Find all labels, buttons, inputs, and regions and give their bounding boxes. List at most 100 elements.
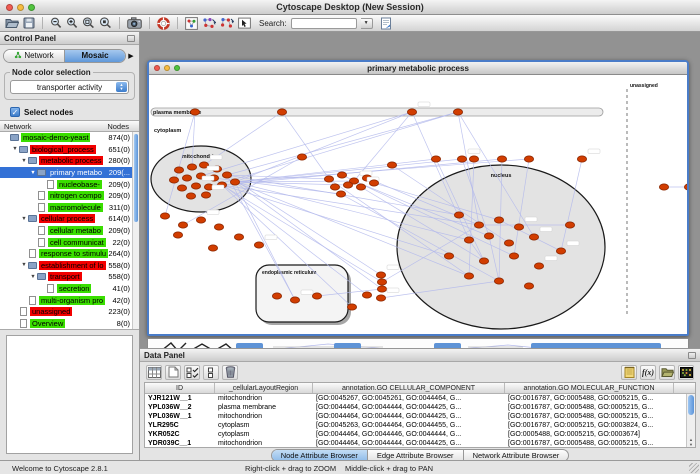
table-cell: [GO:0016787, GO:0005488, GO:0005215, G..… <box>505 439 674 448</box>
float-data-panel-icon[interactable] <box>688 352 696 359</box>
layout-icon[interactable] <box>185 16 198 30</box>
resize-grip[interactable] <box>689 463 699 473</box>
tree-row[interactable]: ▼cellular process614(0) <box>0 213 132 225</box>
tree-row-label: biological_process <box>30 145 96 154</box>
expander-icon[interactable]: ▼ <box>20 262 28 268</box>
table-row[interactable]: YDR039C__1mitochondrion[GO:0044464, GO:0… <box>145 439 695 448</box>
fx-label: f(x) <box>642 368 654 377</box>
background-windows-sliver[interactable] <box>147 338 689 348</box>
function-builder-icon[interactable]: f(x) <box>640 365 656 380</box>
unselect-attributes-icon[interactable] <box>203 365 219 380</box>
file-icon <box>29 249 36 258</box>
network-frame-titlebar[interactable]: primary metabolic process <box>149 62 687 75</box>
expander-icon[interactable]: ▼ <box>20 216 28 222</box>
file-icon <box>20 307 27 316</box>
network-frame-title: primary metabolic process <box>149 64 687 73</box>
expander-icon[interactable]: ▼ <box>29 274 37 280</box>
tree-column-nodes[interactable]: Nodes <box>107 122 129 131</box>
matrix-view-icon[interactable] <box>678 365 694 380</box>
zoom-out-icon[interactable] <box>50 16 62 30</box>
window-title: Cytoscape Desktop (New Session) <box>0 2 700 12</box>
tree-row[interactable]: nucleobase-209(0) <box>0 178 132 190</box>
table-column-header[interactable]: annotation.GO CELLULAR_COMPONENT <box>313 383 505 393</box>
tree-row[interactable]: cellular metabo209(0) <box>0 225 132 237</box>
tree-row[interactable]: response to stimulu264(0) <box>0 248 132 260</box>
tree-scrollbar[interactable] <box>132 132 139 329</box>
notes-icon[interactable] <box>621 365 637 380</box>
tree-row-count: 209(0) <box>108 180 130 189</box>
tree-column-network[interactable]: Network <box>4 122 32 131</box>
file-icon <box>47 284 54 293</box>
file-icon <box>29 296 36 305</box>
zoom-in-icon[interactable] <box>66 16 78 30</box>
tree-row[interactable]: mosaic-demo-yeast874(0) <box>0 132 132 144</box>
select-nodes-checkbox[interactable]: ✓ <box>10 107 20 117</box>
select-mode-icon[interactable] <box>238 16 251 30</box>
tree-row[interactable]: ▼ biological_process 651(0) <box>0 144 132 156</box>
search-dropdown-button[interactable]: ▼ <box>361 18 373 29</box>
table-row[interactable]: YPL036W__1mitochondrion[GO:0044464, GO:0… <box>145 412 695 421</box>
apply-layout-icon-2[interactable] <box>220 16 234 30</box>
folder-icon <box>28 262 37 269</box>
search-input[interactable] <box>291 18 357 29</box>
table-row[interactable]: YJR121W__1mitochondrion[GO:0045267, GO:0… <box>145 394 695 403</box>
new-attribute-icon[interactable] <box>165 365 181 380</box>
help-ring-icon[interactable] <box>157 16 170 30</box>
table-column-header[interactable]: _cellularLayoutRegion <box>215 383 313 393</box>
tree-row[interactable]: ▼transport558(0) <box>0 271 132 283</box>
tree-row-label: Overview <box>30 319 65 328</box>
attribute-select-icon[interactable] <box>146 365 162 380</box>
tree-row[interactable]: secretion41(0) <box>0 283 132 295</box>
tab-overflow-arrow[interactable]: ▶ <box>126 52 136 60</box>
select-attributes-icon[interactable] <box>184 365 200 380</box>
tree-row-label: mosaic-demo-yeast <box>21 133 90 142</box>
birds-eye-view-panel[interactable] <box>6 335 133 454</box>
table-column-header[interactable]: annotation.GO MOLECULAR_FUNCTION <box>505 383 674 393</box>
tree-row[interactable]: nitrogen compo209(0) <box>0 190 132 202</box>
table-column-header[interactable]: ID <box>145 383 215 393</box>
snapshot-icon[interactable] <box>127 16 142 30</box>
tree-row[interactable]: Overview8(0) <box>0 318 132 330</box>
tree-row[interactable]: ▼establishment of lo558(0) <box>0 260 132 272</box>
tree-row-label: primary metabo <box>48 168 104 177</box>
zoom-selected-icon[interactable] <box>82 16 95 30</box>
table-cell: plasma membrane <box>215 403 313 412</box>
tree-row[interactable]: macromolecule311(0) <box>0 202 132 214</box>
table-cell: cytoplasm <box>215 421 313 430</box>
table-cell: mitochondrion <box>215 439 313 448</box>
float-panel-icon[interactable] <box>127 35 135 42</box>
expander-icon[interactable]: ▼ <box>20 158 28 164</box>
table-row[interactable]: YPL036W__2plasma membrane[GO:0044464, GO… <box>145 403 695 412</box>
tree-row[interactable]: unassigned223(0) <box>0 306 132 318</box>
import-attributes-icon[interactable] <box>659 365 675 380</box>
control-panel-title: Control Panel <box>4 34 56 43</box>
table-row[interactable]: YLR295Ccytoplasm[GO:0045263, GO:0044464,… <box>145 421 695 430</box>
network-view-frame[interactable]: primary metabolic process plasma membran… <box>147 60 689 336</box>
tree-row-count: 651(0) <box>108 145 130 154</box>
file-icon <box>38 203 45 212</box>
node-color-dropdown[interactable]: transporter activity ▲▼ <box>10 80 129 94</box>
open-file-icon[interactable] <box>5 16 19 30</box>
folder-icon <box>10 134 19 141</box>
delete-attribute-icon[interactable] <box>222 365 238 380</box>
status-zoom-hint: Right-click + drag to ZOOM <box>245 464 336 473</box>
network-canvas[interactable]: plasma membranecytoplasmmitochondrionnuc… <box>149 75 687 334</box>
expander-icon[interactable]: ▼ <box>29 170 37 176</box>
tree-row-count: 22(0) <box>112 238 130 247</box>
table-scrollbar[interactable]: ▲▼ <box>686 394 695 447</box>
expander-icon[interactable]: ▼ <box>11 146 19 152</box>
attribute-table[interactable]: ID_cellularLayoutRegionannotation.GO CEL… <box>144 382 696 448</box>
tree-row-count: 280(0) <box>108 156 130 165</box>
folder-icon <box>28 215 37 222</box>
search-options-icon[interactable] <box>380 16 392 30</box>
tree-row[interactable]: multi-organism pro42(0) <box>0 294 132 306</box>
tree-row[interactable]: ▼metabolic process280(0) <box>0 155 132 167</box>
tab-mosaic[interactable]: Mosaic <box>65 50 125 62</box>
save-icon[interactable] <box>23 16 35 30</box>
tab-network[interactable]: Network <box>4 50 65 62</box>
table-row[interactable]: YKR052Ccytoplasm[GO:0044464, GO:0044446,… <box>145 430 695 439</box>
zoom-fit-icon[interactable] <box>99 16 112 30</box>
apply-layout-icon-1[interactable] <box>202 16 216 30</box>
tree-row[interactable]: ▼primary metabo209(... <box>0 167 132 179</box>
tree-row[interactable]: cell communicat22(0) <box>0 236 132 248</box>
